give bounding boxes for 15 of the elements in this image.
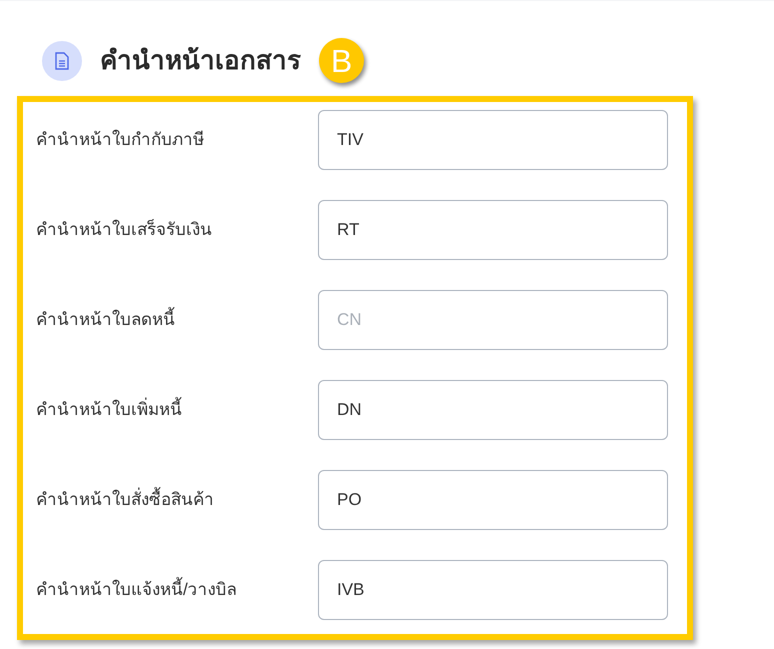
field-label: คำนำหน้าใบแจ้งหนี้/วางบิล	[36, 577, 318, 603]
field-label: คำนำหน้าใบกำกับภาษี	[36, 128, 205, 152]
field-label: คำนำหน้าใบสั่งซื้อสินค้า	[36, 487, 318, 513]
field-label: คำนำหน้าใบเสร็จรับเงิน	[36, 218, 213, 242]
field-label: คำนำหน้าใบลดหนี้	[36, 307, 318, 333]
section-badge: B	[319, 38, 364, 83]
input-field[interactable]: TIV	[318, 110, 668, 170]
input-field[interactable]: IVB	[318, 560, 668, 620]
input-field[interactable]: DN	[318, 380, 668, 440]
input-field[interactable]: PO	[318, 470, 668, 530]
input-field[interactable]: RT	[318, 200, 668, 260]
section-title: คำนำหน้าเอกสาร	[100, 44, 301, 77]
field-label: คำนำหน้าใบเพิ่มหนี้	[36, 397, 318, 423]
input-field[interactable]: CN	[318, 290, 668, 350]
document-icon	[42, 40, 82, 80]
